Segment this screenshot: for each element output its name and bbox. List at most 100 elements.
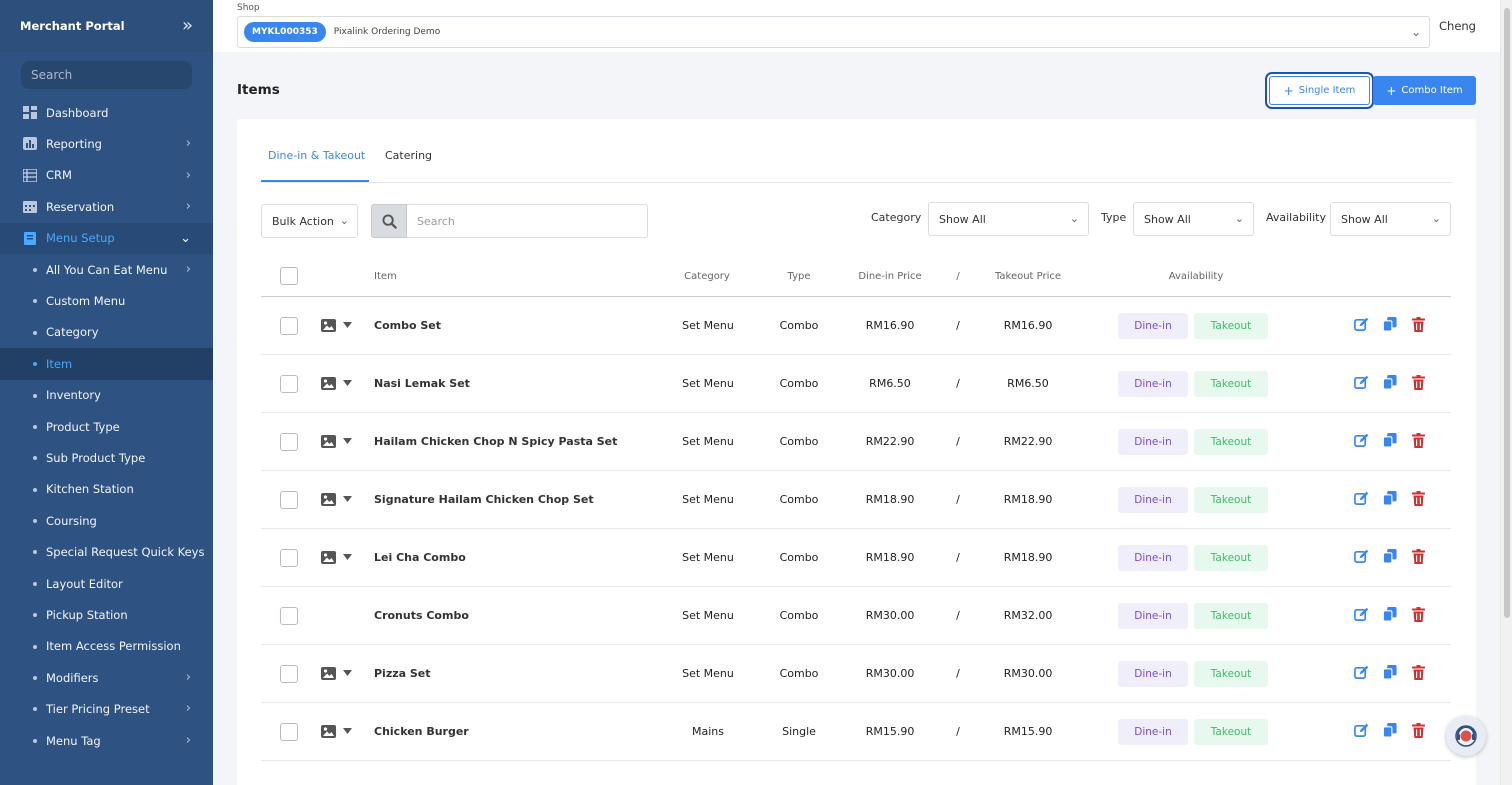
edit-icon[interactable] xyxy=(1354,607,1369,622)
chat-support-button[interactable] xyxy=(1446,716,1486,756)
collapse-sidebar-icon[interactable]: » xyxy=(182,17,193,35)
copy-icon[interactable] xyxy=(1383,433,1397,448)
sidebar-subitem-sub-product-type[interactable]: Sub Product Type xyxy=(0,442,213,473)
delete-icon[interactable] xyxy=(1412,549,1425,564)
sidebar-subitem-coursing[interactable]: Coursing xyxy=(0,505,213,536)
takeout-badge[interactable]: Takeout xyxy=(1194,719,1268,745)
sidebar-item-crm[interactable]: CRM › xyxy=(0,160,213,191)
bulk-action-select[interactable]: Bulk Action ⌄ xyxy=(261,204,358,238)
type-filter-select[interactable]: Show All ⌄ xyxy=(1133,202,1254,236)
dine-in-badge[interactable]: Dine-in xyxy=(1118,719,1188,745)
edit-icon[interactable] xyxy=(1354,433,1369,448)
copy-icon[interactable] xyxy=(1383,491,1397,506)
sidebar-subitem-category[interactable]: Category xyxy=(0,317,213,348)
sidebar-subitem-tier-pricing-preset[interactable]: Tier Pricing Preset › xyxy=(0,693,213,724)
copy-icon[interactable] xyxy=(1383,375,1397,390)
takeout-badge[interactable]: Takeout xyxy=(1194,603,1268,629)
takeout-badge[interactable]: Takeout xyxy=(1194,429,1268,455)
add-single-item-button[interactable]: + Single Item xyxy=(1269,76,1370,105)
search-button[interactable] xyxy=(371,204,407,238)
image-icon[interactable] xyxy=(321,319,336,332)
caret-down-icon[interactable] xyxy=(343,496,352,502)
sidebar-subitem-product-type[interactable]: Product Type xyxy=(0,411,213,442)
copy-icon[interactable] xyxy=(1383,723,1397,738)
sidebar-subitem-pickup-station[interactable]: Pickup Station xyxy=(0,599,213,630)
row-checkbox[interactable] xyxy=(280,491,298,509)
user-name[interactable]: Cheng xyxy=(1439,19,1476,33)
add-combo-item-button[interactable]: + Combo Item xyxy=(1373,76,1476,105)
caret-down-icon[interactable] xyxy=(343,438,352,444)
edit-icon[interactable] xyxy=(1354,491,1369,506)
caret-down-icon[interactable] xyxy=(343,670,352,676)
sidebar-subitem-item[interactable]: Item xyxy=(0,348,213,380)
copy-icon[interactable] xyxy=(1383,607,1397,622)
takeout-badge[interactable]: Takeout xyxy=(1194,313,1268,339)
sidebar-subitem-modifiers[interactable]: Modifiers › xyxy=(0,662,213,693)
delete-icon[interactable] xyxy=(1412,433,1425,448)
row-checkbox[interactable] xyxy=(280,665,298,683)
delete-icon[interactable] xyxy=(1412,723,1425,738)
takeout-badge[interactable]: Takeout xyxy=(1194,661,1268,687)
delete-icon[interactable] xyxy=(1412,607,1425,622)
edit-icon[interactable] xyxy=(1354,723,1369,738)
dine-in-badge[interactable]: Dine-in xyxy=(1118,661,1188,687)
shop-select[interactable]: MYKL000353 Pixalink Ordering Demo ⌄ xyxy=(237,16,1430,48)
row-checkbox[interactable] xyxy=(280,723,298,741)
item-search-input[interactable]: Search xyxy=(407,204,648,238)
row-checkbox[interactable] xyxy=(280,549,298,567)
image-icon[interactable] xyxy=(321,377,336,390)
row-checkbox[interactable] xyxy=(280,317,298,335)
sidebar-subitem-all-you-can-eat-menu[interactable]: All You Can Eat Menu › xyxy=(0,254,213,285)
image-icon[interactable] xyxy=(321,725,336,738)
sidebar-subitem-item-access-permission[interactable]: Item Access Permission xyxy=(0,631,213,662)
dine-in-badge[interactable]: Dine-in xyxy=(1118,313,1188,339)
image-icon[interactable] xyxy=(321,551,336,564)
tab-dine-in-takeout[interactable]: Dine-in & Takeout xyxy=(268,149,365,162)
sidebar-subitem-special-request-quick-keys[interactable]: Special Request Quick Keys xyxy=(0,536,213,567)
sidebar-search-input[interactable]: Search xyxy=(21,61,192,89)
sidebar-subitem-custom-menu[interactable]: Custom Menu xyxy=(0,285,213,316)
delete-icon[interactable] xyxy=(1412,317,1425,332)
category-filter-select[interactable]: Show All ⌄ xyxy=(928,202,1089,236)
takeout-badge[interactable]: Takeout xyxy=(1194,371,1268,397)
image-icon[interactable] xyxy=(321,667,336,680)
row-checkbox[interactable] xyxy=(280,607,298,625)
availability-filter-select[interactable]: Show All ⌄ xyxy=(1330,202,1451,236)
row-checkbox[interactable] xyxy=(280,375,298,393)
edit-icon[interactable] xyxy=(1354,665,1369,680)
caret-down-icon[interactable] xyxy=(343,728,352,734)
delete-icon[interactable] xyxy=(1412,375,1425,390)
delete-icon[interactable] xyxy=(1412,491,1425,506)
sidebar-subitem-layout-editor[interactable]: Layout Editor xyxy=(0,568,213,599)
select-all-checkbox[interactable] xyxy=(280,267,298,285)
copy-icon[interactable] xyxy=(1383,665,1397,680)
sidebar-item-dashboard[interactable]: Dashboard xyxy=(0,97,213,128)
edit-icon[interactable] xyxy=(1354,375,1369,390)
dine-in-badge[interactable]: Dine-in xyxy=(1118,487,1188,513)
delete-icon[interactable] xyxy=(1412,665,1425,680)
takeout-badge[interactable]: Takeout xyxy=(1194,545,1268,571)
dine-in-badge[interactable]: Dine-in xyxy=(1118,371,1188,397)
sidebar-subitem-inventory[interactable]: Inventory xyxy=(0,380,213,411)
caret-down-icon[interactable] xyxy=(343,554,352,560)
tab-catering[interactable]: Catering xyxy=(385,149,432,162)
dine-in-badge[interactable]: Dine-in xyxy=(1118,429,1188,455)
row-checkbox[interactable] xyxy=(280,433,298,451)
sidebar-subitem-kitchen-station[interactable]: Kitchen Station xyxy=(0,474,213,505)
sidebar-subitem-menu-tag[interactable]: Menu Tag › xyxy=(0,725,213,756)
page-scrollbar[interactable] xyxy=(1500,0,1512,785)
scrollbar-thumb[interactable] xyxy=(1504,8,1510,618)
sidebar-item-reporting[interactable]: Reporting › xyxy=(0,128,213,159)
sidebar-item-menu-setup[interactable]: Menu Setup ⌄ xyxy=(0,222,213,254)
dine-in-badge[interactable]: Dine-in xyxy=(1118,545,1188,571)
image-icon[interactable] xyxy=(321,493,336,506)
edit-icon[interactable] xyxy=(1354,549,1369,564)
dine-in-badge[interactable]: Dine-in xyxy=(1118,603,1188,629)
caret-down-icon[interactable] xyxy=(343,322,352,328)
image-icon[interactable] xyxy=(321,435,336,448)
takeout-badge[interactable]: Takeout xyxy=(1194,487,1268,513)
copy-icon[interactable] xyxy=(1383,317,1397,332)
caret-down-icon[interactable] xyxy=(343,380,352,386)
sidebar-item-reservation[interactable]: Reservation › xyxy=(0,191,213,222)
copy-icon[interactable] xyxy=(1383,549,1397,564)
